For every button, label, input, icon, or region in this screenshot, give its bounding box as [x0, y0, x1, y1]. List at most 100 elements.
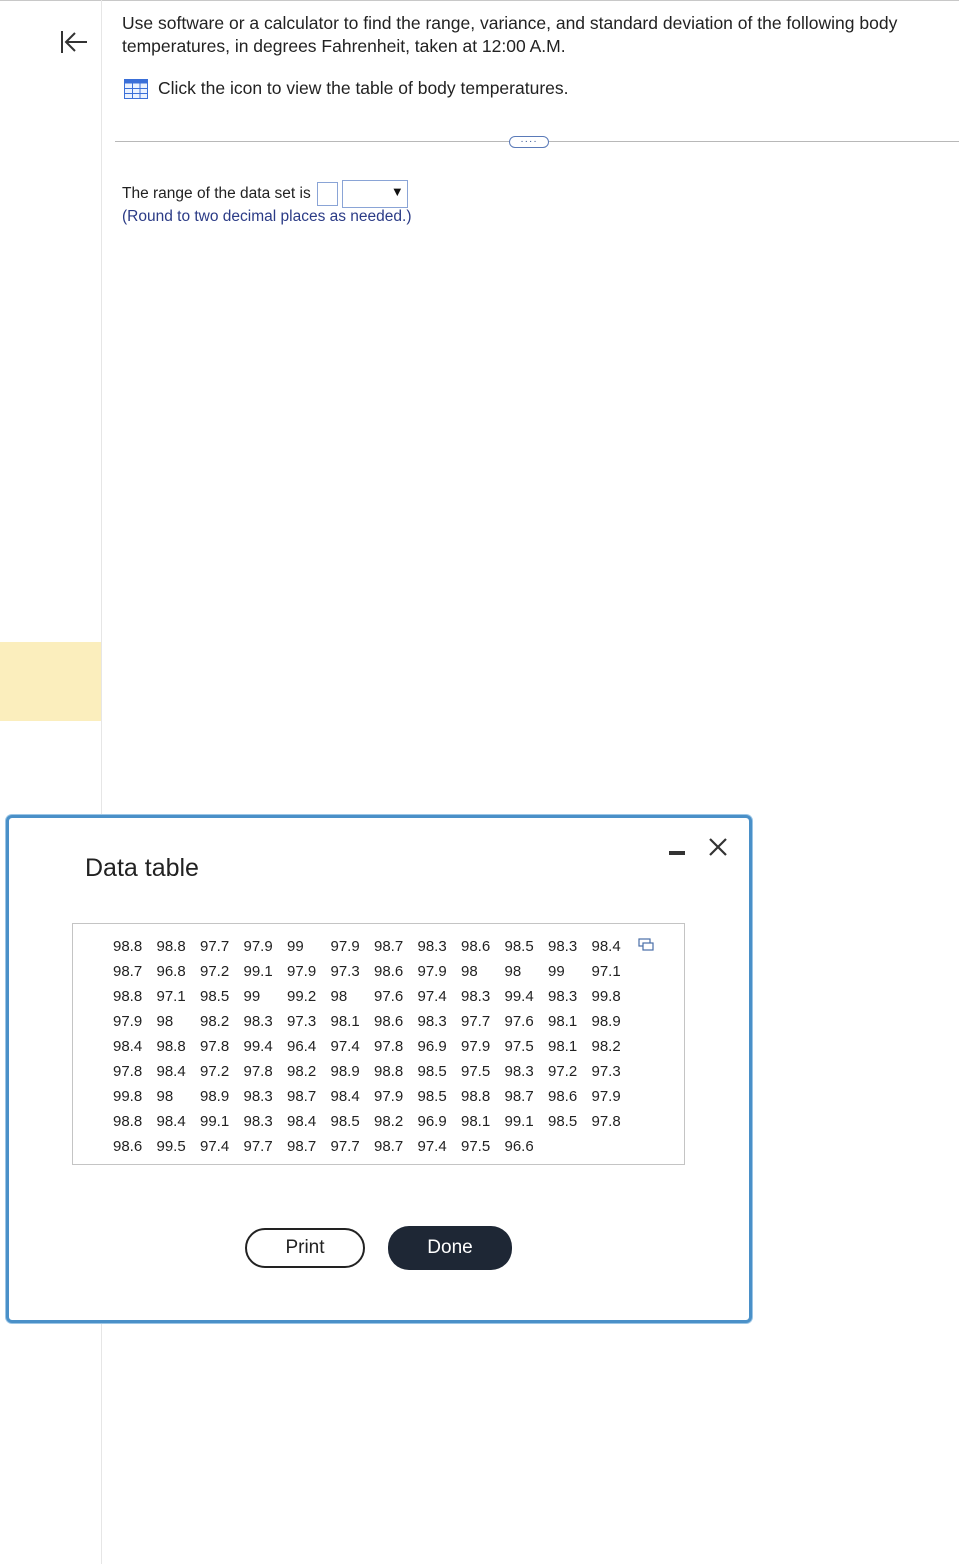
data-cell: 97.9 — [374, 1088, 404, 1105]
data-cell: 98.5 — [417, 1063, 447, 1080]
data-cell: 98.9 — [330, 1063, 360, 1080]
data-cell: 97.7 — [461, 1013, 491, 1030]
data-cell: 99.2 — [287, 988, 317, 1005]
data-cell: 97.8 — [374, 1038, 404, 1055]
data-cell: 98.4 — [591, 938, 621, 955]
data-cell: 97.8 — [113, 1063, 143, 1080]
data-cell: 98.9 — [591, 1013, 621, 1030]
data-cell: 98.3 — [461, 988, 491, 1005]
question-text: Use software or a calculator to find the… — [122, 13, 898, 56]
data-cell: 98.8 — [156, 938, 186, 955]
data-cell: 99.1 — [243, 963, 273, 980]
data-cell: 99 — [287, 938, 304, 955]
data-cell: 98.7 — [374, 1138, 404, 1155]
arrow-left-to-bar-icon — [61, 31, 87, 53]
data-cell: 98.4 — [287, 1113, 317, 1130]
data-cell: 98.3 — [243, 1113, 273, 1130]
data-cell: 98.2 — [287, 1063, 317, 1080]
data-cell: 97.1 — [591, 963, 621, 980]
close-icon — [709, 838, 727, 856]
data-cell: 98.1 — [330, 1013, 360, 1030]
data-cell: 98.6 — [374, 963, 404, 980]
data-cell: 98.3 — [504, 1063, 534, 1080]
data-cell: 98.3 — [243, 1088, 273, 1105]
data-cell: 99 — [548, 963, 565, 980]
data-cell: 99.1 — [200, 1113, 230, 1130]
data-cell: 98 — [156, 1088, 174, 1105]
table-icon[interactable] — [124, 78, 148, 99]
collapse-panel-button[interactable] — [58, 28, 90, 56]
data-cell: 97.4 — [417, 988, 447, 1005]
unit-dropdown[interactable]: ▼ — [341, 180, 408, 208]
caret-down-icon: ▼ — [390, 184, 404, 199]
data-cell: 97.9 — [287, 963, 317, 980]
data-cell: 97.2 — [200, 1063, 230, 1080]
minimize-button[interactable] — [669, 851, 685, 855]
data-cell: 98.1 — [548, 1038, 578, 1055]
data-cell: 98.7 — [287, 1088, 317, 1105]
data-cell: 98.7 — [504, 1088, 534, 1105]
data-cell: 98.6 — [113, 1138, 143, 1155]
data-cell: 98.8 — [113, 988, 143, 1005]
data-cell: 98.6 — [374, 1013, 404, 1030]
data-cell: 98.1 — [461, 1113, 491, 1130]
data-cell: 98.9 — [200, 1088, 230, 1105]
data-table-dialog: Data table 98.8 98.8 97.7 97.9 99 97.9 98.7 98.… — [6, 815, 752, 1323]
done-button[interactable]: Done — [388, 1226, 512, 1270]
data-cell: 98.5 — [548, 1113, 578, 1130]
data-cell: 98.8 — [156, 1038, 186, 1055]
data-cell: 98.7 — [374, 938, 404, 955]
data-cell: 97.5 — [461, 1063, 491, 1080]
data-cell: 97.9 — [417, 963, 447, 980]
data-cell: 97.3 — [591, 1063, 621, 1080]
rounding-hint: (Round to two decimal places as needed.) — [122, 208, 412, 225]
data-cell: 97.4 — [330, 1038, 360, 1055]
view-table-link-label[interactable]: Click the icon to view the table of body… — [158, 78, 569, 99]
data-cell: 97.2 — [548, 1063, 578, 1080]
left-panel-divider — [101, 0, 102, 1564]
data-cell: 98.2 — [374, 1113, 404, 1130]
close-button[interactable] — [706, 836, 730, 860]
data-cell: 98.3 — [417, 938, 447, 955]
data-cell: 98 — [504, 963, 522, 980]
data-cell: 97.4 — [417, 1138, 447, 1155]
data-cell: 98.5 — [417, 1088, 447, 1105]
data-cell: 98.4 — [156, 1063, 186, 1080]
data-cell: 99.4 — [243, 1038, 273, 1055]
data-cell: 98.4 — [113, 1038, 143, 1055]
expand-more-button[interactable]: ···· — [509, 136, 549, 148]
data-cell: 97.3 — [330, 963, 360, 980]
data-cell: 98.3 — [417, 1013, 447, 1030]
data-cell: 97.9 — [243, 938, 273, 955]
dialog-title: Data table — [85, 854, 199, 882]
data-cell: 98.2 — [591, 1038, 621, 1055]
data-cell: 98.4 — [156, 1113, 186, 1130]
data-cell: 97.8 — [591, 1113, 621, 1130]
data-cell: 97.8 — [243, 1063, 273, 1080]
data-cell: 98.1 — [548, 1013, 578, 1030]
data-cell: 98.6 — [548, 1088, 578, 1105]
data-cell: 98 — [330, 988, 348, 1005]
data-cell: 98.8 — [374, 1063, 404, 1080]
print-button[interactable]: Print — [245, 1228, 365, 1268]
data-cell: 97.7 — [243, 1138, 273, 1155]
data-cell: 97.9 — [113, 1013, 143, 1030]
data-cell: 97.9 — [461, 1038, 491, 1055]
data-cell: 97.7 — [330, 1138, 360, 1155]
data-cell: 97.6 — [504, 1013, 534, 1030]
data-cell: 98.6 — [461, 938, 491, 955]
data-grid: 98.8 98.8 97.7 97.9 99 97.9 98.7 98.3 98.6 98.5 98… — [113, 934, 635, 1159]
view-table-link[interactable]: Click the icon to view the table of body… — [124, 78, 569, 99]
range-answer-input[interactable] — [316, 182, 338, 206]
data-table: 98.8 98.8 97.7 97.9 99 97.9 98.7 98.3 98.6 98.5 98… — [72, 923, 685, 1165]
data-cell: 96.8 — [156, 963, 186, 980]
data-cell: 99 — [243, 988, 261, 1005]
data-cell: 97.2 — [200, 963, 230, 980]
data-cell: 97.3 — [287, 1013, 317, 1030]
data-cell: 99.1 — [504, 1113, 534, 1130]
data-cell: 99.8 — [591, 988, 621, 1005]
data-cell: 99.4 — [504, 988, 534, 1005]
copy-icon[interactable] — [638, 938, 654, 952]
data-cell: 97.5 — [504, 1038, 534, 1055]
data-cell: 98.8 — [461, 1088, 491, 1105]
